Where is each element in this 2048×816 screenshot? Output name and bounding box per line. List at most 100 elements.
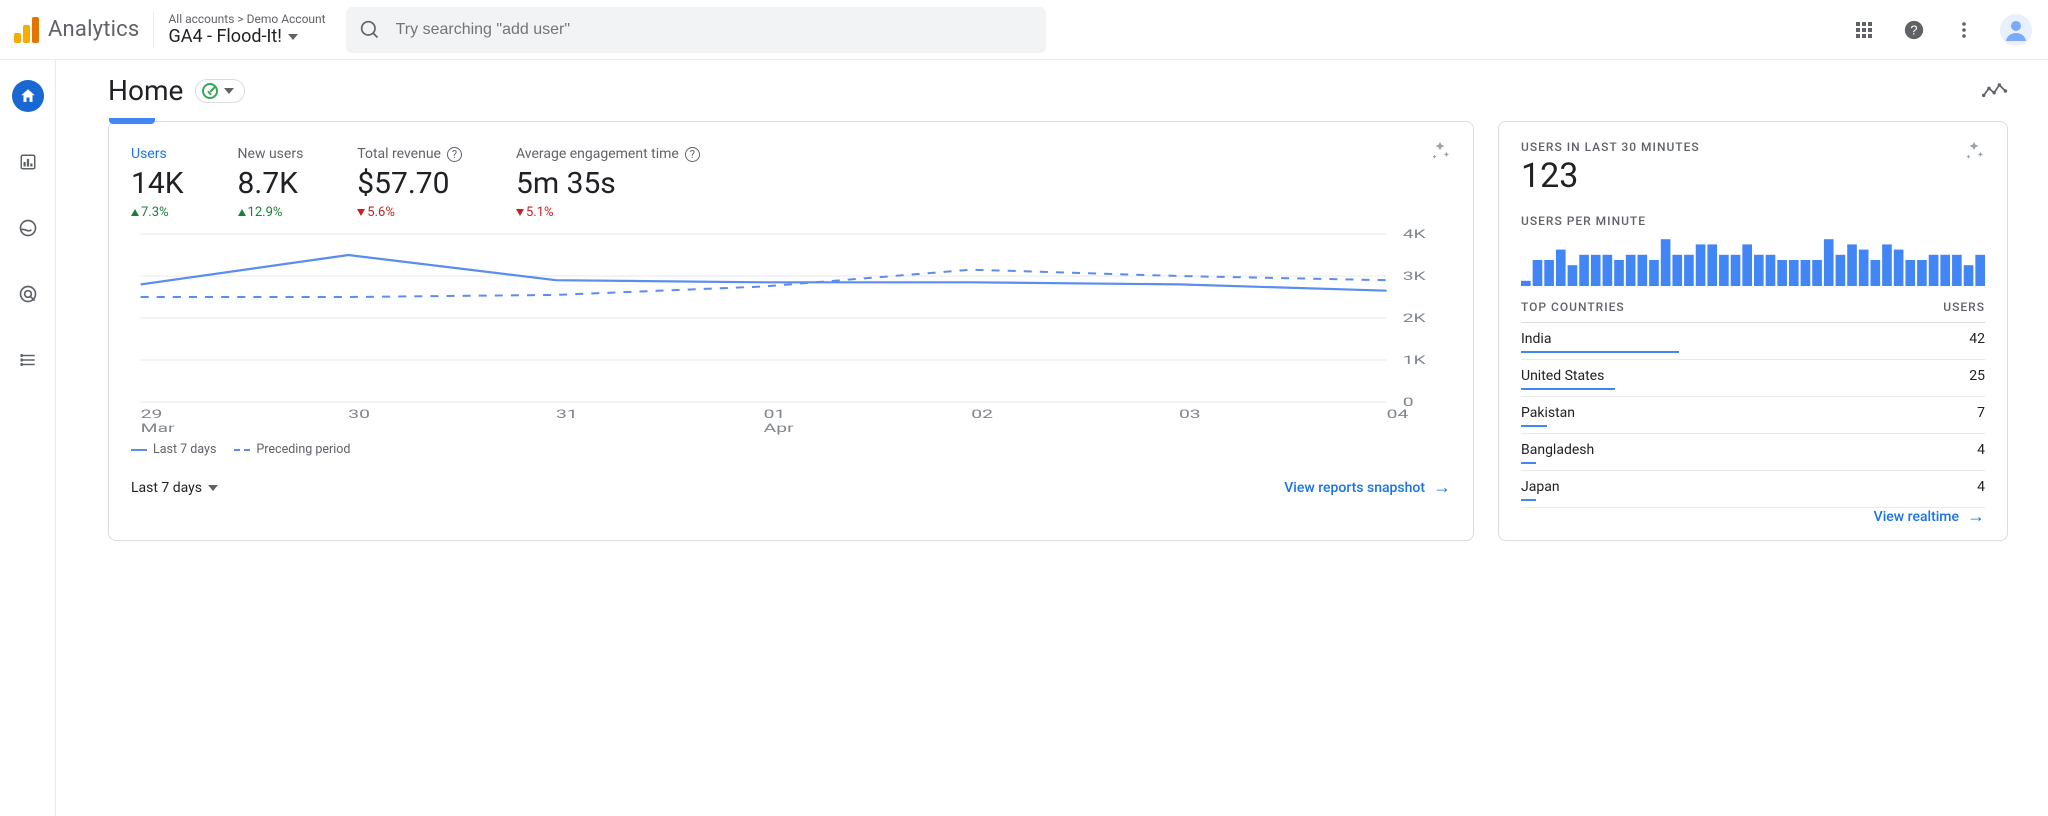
arrow-down-icon [357, 209, 365, 216]
chart-legend: Last 7 days Preceding period [131, 442, 1451, 457]
help-icon[interactable]: ? [447, 147, 462, 162]
svg-text:1K: 1K [1403, 353, 1427, 367]
analytics-logo[interactable]: Analytics [12, 17, 139, 43]
countries-header: TOP COUNTRIES USERS [1521, 292, 1985, 323]
metric-value: 14K [131, 166, 184, 201]
arrow-up-icon [238, 209, 246, 216]
range-picker[interactable]: Last 7 days [131, 480, 218, 496]
apps-icon[interactable] [1850, 16, 1878, 44]
metric-value: 8.7K [238, 166, 304, 201]
help-icon[interactable]: ? [1900, 16, 1928, 44]
svg-text:31: 31 [556, 407, 578, 421]
page-title: Home [108, 74, 183, 107]
nav-home-icon[interactable] [12, 80, 44, 112]
country-name: United States [1521, 368, 1604, 384]
country-bar [1521, 425, 1547, 427]
realtime-card: USERS IN LAST 30 MINUTES 123 USERS PER M… [1498, 121, 2008, 541]
country-users: 4 [1977, 479, 1985, 495]
country-bar [1521, 499, 1536, 501]
metric-average-engagement-time[interactable]: Average engagement time? 5m 35s 5.1% [516, 146, 700, 220]
account-switcher[interactable]: All accounts > Demo Account GA4 - Flood-… [168, 10, 325, 50]
country-name: India [1521, 331, 1551, 347]
country-users: 7 [1977, 405, 1985, 421]
account-path: All accounts > Demo Account [168, 12, 325, 26]
country-row[interactable]: Bangladesh4 [1521, 434, 1985, 471]
app-shell: Home Users 14K 7.3% New users8.7K 12.9% Tot… [0, 60, 2048, 816]
metric-total-revenue[interactable]: Total revenue?$57.70 5.6% [357, 146, 462, 220]
check-circle-icon [202, 83, 218, 99]
legend-previous: Preceding period [234, 442, 350, 457]
nav-advertising-icon[interactable] [12, 278, 44, 310]
search-icon [360, 20, 380, 40]
more-icon[interactable] [1950, 16, 1978, 44]
search-input[interactable] [394, 20, 1032, 40]
country-users: 4 [1977, 442, 1985, 458]
country-bar [1521, 351, 1679, 353]
line-chart-svg: 01K2K3K4K29Mar303101Apr020304 [131, 228, 1451, 438]
page-header: Home [108, 74, 2008, 107]
arrow-right-icon: → [1967, 508, 1985, 526]
country-bar [1521, 462, 1536, 464]
top-bar: Analytics All accounts > Demo Account GA… [0, 0, 2048, 60]
country-row[interactable]: India 42 [1521, 323, 1985, 360]
country-name: Pakistan [1521, 405, 1575, 421]
country-row[interactable]: United States25 [1521, 360, 1985, 397]
overview-card: Users 14K 7.3% New users8.7K 12.9% Total re… [108, 121, 1474, 541]
metric-delta: 7.3% [131, 205, 184, 220]
svg-text:Mar: Mar [141, 421, 176, 435]
account-property: GA4 - Flood-It! [168, 26, 281, 48]
svg-text:2K: 2K [1403, 311, 1427, 325]
nav-explore-icon[interactable] [12, 212, 44, 244]
users-per-minute-chart [1521, 230, 1985, 286]
caret-down-icon [224, 88, 234, 94]
divider [153, 12, 154, 48]
country-name: Japan [1521, 479, 1560, 495]
search-bar[interactable] [346, 7, 1046, 53]
realtime-value: 123 [1521, 156, 1700, 196]
arrow-down-icon [516, 209, 524, 216]
svg-text:01: 01 [764, 407, 786, 421]
caret-down-icon [208, 485, 218, 491]
svg-text:04: 04 [1387, 407, 1409, 421]
left-nav [0, 60, 56, 816]
sparkle-icon[interactable] [1429, 140, 1451, 162]
cards-row: Users 14K 7.3% New users8.7K 12.9% Total re… [108, 121, 2008, 541]
metric-value: $57.70 [357, 166, 462, 201]
nav-reports-icon[interactable] [12, 146, 44, 178]
nav-configure-icon[interactable] [12, 344, 44, 376]
arrow-right-icon: → [1433, 479, 1451, 497]
country-bar [1521, 388, 1615, 390]
metric-new-users[interactable]: New users8.7K 12.9% [238, 146, 304, 220]
svg-text:03: 03 [1179, 407, 1201, 421]
insights-icon[interactable] [1982, 81, 2008, 101]
metric-label: Total revenue? [357, 146, 462, 162]
metric-label: Average engagement time? [516, 146, 700, 162]
svg-text:?: ? [1910, 22, 1917, 37]
product-title: Analytics [48, 17, 139, 42]
users-chart: 01K2K3K4K29Mar303101Apr020304 [131, 228, 1451, 438]
metric-delta: 5.1% [516, 205, 700, 220]
country-row[interactable]: Pakistan 7 [1521, 397, 1985, 434]
help-icon[interactable]: ? [685, 147, 700, 162]
svg-text:30: 30 [348, 407, 370, 421]
analytics-mark-icon [12, 17, 38, 43]
svg-text:4K: 4K [1403, 228, 1427, 241]
metric-users[interactable]: Users 14K 7.3% [131, 146, 184, 220]
realtime-card-footer: View realtime → [1521, 508, 1985, 526]
status-chip[interactable] [195, 79, 245, 103]
account-avatar[interactable] [2000, 14, 2032, 46]
sparkle-icon[interactable] [1963, 140, 1985, 162]
metrics-row: Users 14K 7.3% New users8.7K 12.9% Total re… [131, 140, 700, 220]
svg-text:3K: 3K [1403, 269, 1427, 283]
realtime-sub: USERS PER MINUTE [1521, 214, 1985, 228]
overview-card-footer: Last 7 days View reports snapshot → [131, 479, 1451, 497]
country-row[interactable]: Japan 4 [1521, 471, 1985, 508]
svg-text:Apr: Apr [764, 421, 795, 435]
legend-current: Last 7 days [131, 442, 216, 457]
view-reports-link[interactable]: View reports snapshot → [1284, 479, 1451, 497]
metric-value: 5m 35s [516, 166, 700, 201]
view-realtime-link[interactable]: View realtime → [1874, 508, 1985, 526]
country-users: 42 [1969, 331, 1985, 347]
metric-label: Users [131, 146, 184, 162]
countries-list: India 42 United States25 Pakistan 7 Banglades… [1521, 323, 1985, 508]
